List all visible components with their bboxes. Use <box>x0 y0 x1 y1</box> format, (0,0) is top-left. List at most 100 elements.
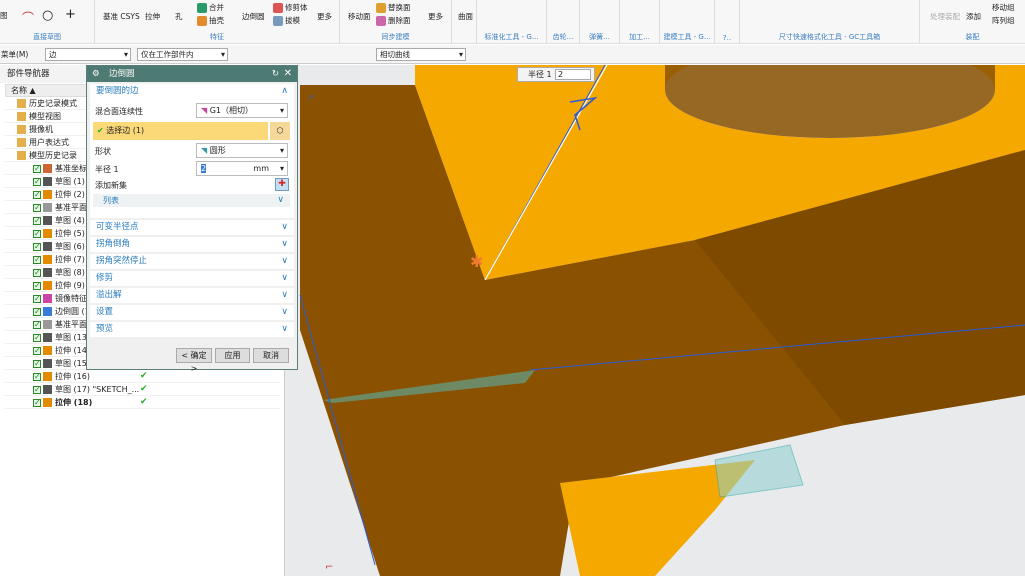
chevron-down-icon: ∨ <box>281 256 288 266</box>
reset-icon[interactable]: ↻ <box>272 66 279 82</box>
folder-icon <box>17 125 26 134</box>
extrude-button[interactable]: 拉伸 <box>145 11 160 22</box>
edge-blend-dialog: ⚙ 边倒圆 ↻ ✕ 要倒圆的边 ∧ 混合面连续性 ◥ G1（相切） ▾ ✔ 选择边 … <box>86 65 298 373</box>
section-collapsed[interactable]: 设置 ∨ <box>90 305 294 320</box>
draft-button[interactable]: 拔模 <box>273 15 300 26</box>
visibility-checkbox[interactable] <box>33 292 41 305</box>
list-toggle[interactable]: 列表 ∨ <box>93 194 290 207</box>
unite-icon <box>197 3 207 13</box>
shell-button[interactable]: 抽壳 <box>197 15 224 26</box>
visibility-checkbox[interactable] <box>33 383 41 396</box>
section-collapsed[interactable]: 预览 ∨ <box>90 322 294 337</box>
section-collapsed[interactable]: 可变半径点 ∨ <box>90 220 294 235</box>
tree-node-label: 拉伸 (2) <box>55 190 85 199</box>
blend-point-icon[interactable]: ✱ <box>470 252 483 271</box>
extrude-icon <box>43 398 52 407</box>
add-set-label: 添加新集 <box>95 181 127 190</box>
chevron-down-icon: ∨ <box>281 290 288 300</box>
tree-node-label: 边倒圆 (1 <box>55 307 90 316</box>
group-label: 同步建模 <box>381 33 410 41</box>
tree-node-label: 草图 (8) <box>55 268 85 277</box>
add-component-button[interactable]: 添加 <box>966 11 981 22</box>
folder-icon <box>17 112 26 121</box>
sketch-button[interactable]: 图 <box>0 10 8 21</box>
continuity-label: 混合面连续性 <box>95 107 143 116</box>
tree-node[interactable]: 拉伸 (16) ✔ <box>5 370 280 383</box>
hole-button[interactable]: 孔 <box>175 11 183 22</box>
scope-select[interactable]: 仅在工作部件内 <box>137 48 228 61</box>
draft-icon <box>273 16 283 26</box>
model-view[interactable]: ✱ ↗ ⌐ <box>285 65 1025 576</box>
visibility-checkbox[interactable] <box>33 253 41 266</box>
visibility-checkbox[interactable] <box>33 188 41 201</box>
unite-button[interactable]: 合并 <box>197 2 224 13</box>
cancel-button[interactable]: 取消 <box>253 348 289 363</box>
folder-icon <box>17 99 26 108</box>
radius-input[interactable]: 2 mm ▾ <box>196 161 288 176</box>
visibility-checkbox[interactable] <box>33 305 41 318</box>
visibility-checkbox[interactable] <box>33 201 41 214</box>
tree-node[interactable]: 拉伸 (18) ✔ <box>5 396 280 409</box>
type-filter-select[interactable]: 边 <box>45 48 131 61</box>
visibility-checkbox[interactable] <box>33 266 41 279</box>
edge-select-icon[interactable]: ⬡ <box>270 122 290 140</box>
menu-button[interactable]: 菜单(M) <box>1 49 28 60</box>
chevron-down-icon: ∨ <box>281 239 288 249</box>
surface-button[interactable]: 曲面 <box>458 11 473 22</box>
section-collapsed[interactable]: 溢出解 ∨ <box>90 288 294 303</box>
visibility-checkbox[interactable] <box>33 214 41 227</box>
shell-icon <box>197 16 207 26</box>
point-icon[interactable]: + <box>65 7 76 22</box>
close-icon[interactable]: ✕ <box>284 66 292 82</box>
section-collapsed[interactable]: 修剪 ∨ <box>90 271 294 286</box>
tree-node[interactable]: 草图 (17) "SKETCH_...✔ <box>5 383 280 396</box>
add-set-button[interactable]: ✚ <box>275 178 289 191</box>
chevron-down-icon: ∨ <box>281 324 288 334</box>
section-collapsed[interactable]: 拐角倒角 ∨ <box>90 237 294 252</box>
extrude-icon <box>43 229 52 238</box>
visibility-checkbox[interactable] <box>33 240 41 253</box>
sketch-icon <box>43 359 52 368</box>
visibility-checkbox[interactable] <box>33 175 41 188</box>
visibility-checkbox[interactable] <box>33 162 41 175</box>
visibility-checkbox[interactable] <box>33 396 41 409</box>
visibility-checkbox[interactable] <box>33 357 41 370</box>
circle-icon[interactable]: ○ <box>42 8 53 23</box>
visibility-checkbox[interactable] <box>33 370 41 383</box>
graphics-viewport[interactable]: ✱ ↗ ⌐ 半径 1 2 <box>285 65 1025 576</box>
apply-button[interactable]: 应用 <box>215 348 250 363</box>
visibility-checkbox[interactable] <box>33 318 41 331</box>
more-button[interactable]: 更多 <box>428 11 443 22</box>
process-assembly-button[interactable]: 处理装配 <box>930 11 960 22</box>
gear-icon[interactable]: ⚙ <box>92 66 100 82</box>
arc-icon[interactable]: ⌒ <box>22 9 34 26</box>
replace-face-button[interactable]: 替换面 <box>376 2 411 13</box>
folder-icon <box>17 151 26 160</box>
visibility-checkbox[interactable] <box>33 344 41 357</box>
delete-face-button[interactable]: 删除面 <box>376 15 411 26</box>
group-assembly: 处理装配 添加 移动组 阵列组 装配 <box>920 0 1025 44</box>
trim-body-button[interactable]: 修剪体 <box>273 2 308 13</box>
array-component-button[interactable]: 阵列组 <box>992 15 1015 26</box>
shape-select[interactable]: ◥ 圆形 ▾ <box>196 143 288 158</box>
datum-csys-button[interactable]: 基准 CSYS <box>103 11 140 22</box>
move-face-button[interactable]: 移动面 <box>348 11 371 22</box>
ok-button[interactable]: < 确定 > <box>176 348 212 373</box>
curve-rule-select[interactable]: 相切曲线 <box>376 48 466 61</box>
move-component-button[interactable]: 移动组 <box>992 2 1015 13</box>
group-label: 标准化工具 - G... <box>484 33 539 41</box>
section-header[interactable]: 要倒圆的边 ∧ <box>90 84 294 99</box>
continuity-select[interactable]: ◥ G1（相切） ▾ <box>196 103 288 118</box>
radius-onscreen-value[interactable]: 2 <box>555 69 591 80</box>
more-button[interactable]: 更多 <box>317 11 332 22</box>
visibility-checkbox[interactable] <box>33 279 41 292</box>
edge-blend-button[interactable]: 边倒圆 <box>242 11 265 22</box>
chevron-down-icon: ∨ <box>281 222 288 232</box>
group-machining: 加工... <box>620 0 660 44</box>
radius-onscreen-input[interactable]: 半径 1 2 <box>517 67 595 82</box>
visibility-checkbox[interactable] <box>33 227 41 240</box>
visibility-checkbox[interactable] <box>33 331 41 344</box>
sketch-icon <box>43 333 52 342</box>
select-edge-row[interactable]: ✔ 选择边 (1) <box>93 122 268 140</box>
section-collapsed[interactable]: 拐角突然停止 ∨ <box>90 254 294 269</box>
